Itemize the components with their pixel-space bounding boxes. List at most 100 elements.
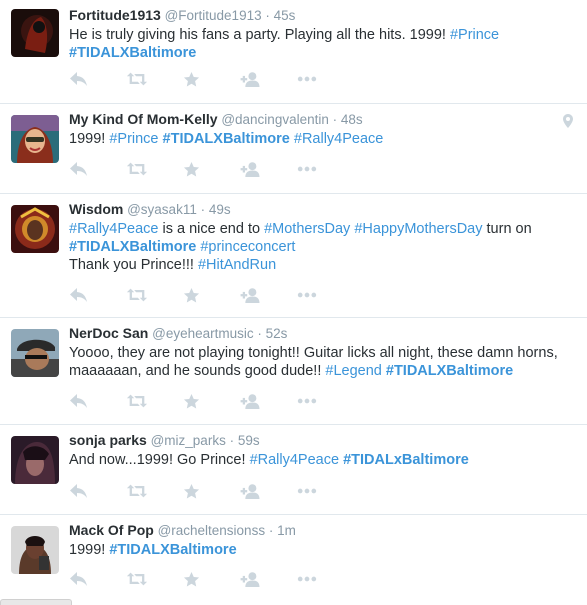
separator: · [268,523,274,538]
hashtag-link[interactable]: #princeconcert [200,239,295,255]
tweet-timestamp[interactable]: 1m [277,523,296,538]
tweet[interactable]: Fortitude1913 @Fortitude1913 · 45s He is… [0,0,587,104]
hashtag-link[interactable]: #Rally4Peace [69,221,158,237]
follow-icon[interactable] [240,286,297,304]
reply-icon[interactable] [69,482,126,500]
tweet[interactable]: sonja parks @miz_parks · 59s And now...1… [0,425,587,515]
retweet-icon[interactable] [126,286,183,304]
tweet-fullname[interactable]: Mack Of Pop [69,522,154,538]
tweet-text: And now...1999! Go Prince! #Rally4Peace … [69,451,571,469]
hashtag-link[interactable]: #TIDALxBaltimore [343,452,469,468]
star-icon[interactable] [183,482,240,500]
tweet-text: Yoooo, they are not playing tonight!! Gu… [69,344,571,380]
reply-icon[interactable] [69,392,126,410]
tweet[interactable]: Wisdom @syasak11 · 49s #Rally4Peace is a… [0,194,587,318]
avatar[interactable] [11,205,59,253]
tweet-text-segment: Yoooo, they are not playing tonight!! Gu… [69,345,558,361]
follow-icon[interactable] [240,160,297,178]
tweet-timestamp[interactable]: 45s [274,8,296,23]
hashtag-link[interactable]: #Prince [109,131,158,147]
reply-icon[interactable] [69,70,126,88]
tweet-username[interactable]: @syasak11 [127,202,197,217]
hashtag-link[interactable]: #Rally4Peace [294,131,383,147]
tweet-username[interactable]: @racheltensionss [158,523,266,538]
star-icon[interactable] [183,286,240,304]
tweet-username[interactable]: @dancingvalentin [221,112,329,127]
avatar[interactable] [11,329,59,377]
tweet-text-segment: And now...1999! Go Prince! [69,452,250,468]
tweet-text-segment: 1999! [69,131,110,147]
follow-icon[interactable] [240,570,297,588]
tweet-timestamp[interactable]: 59s [238,433,260,448]
avatar[interactable] [11,115,59,163]
tweet-actions [69,570,354,588]
reply-icon[interactable] [69,570,126,588]
star-icon[interactable] [183,392,240,410]
more-icon[interactable] [297,286,354,304]
tweet-text-segment: maaaaaan, and he sounds good dude!! [69,363,326,379]
tweet-text: He is truly giving his fans a party. Pla… [69,26,571,62]
tweet[interactable]: NerDoc San @eyeheartmusic · 52s Yoooo, t… [0,318,587,425]
tweet-text: 1999! #Prince #TIDALXBaltimore #Rally4Pe… [69,130,571,148]
hashtag-link[interactable]: #MothersDay [264,221,350,237]
follow-icon[interactable] [240,482,297,500]
retweet-icon[interactable] [126,482,183,500]
separator: · [265,8,270,23]
tweet-text-segment: turn on [482,221,532,237]
hashtag-link[interactable]: #TIDALXBaltimore [386,363,513,379]
tweet-text-segment: 1999! [69,542,110,558]
star-icon[interactable] [183,70,240,88]
tweet[interactable]: My Kind Of Mom-Kelly @dancingvalentin · … [0,104,587,194]
separator: · [229,433,235,448]
tweet-fullname[interactable]: NerDoc San [69,325,148,341]
avatar[interactable] [11,9,59,57]
tweet-actions [69,482,354,500]
tweet-username[interactable]: @miz_parks [151,433,226,448]
tweet-username[interactable]: @eyeheartmusic [152,326,254,341]
tweet-timestamp[interactable]: 48s [341,112,363,127]
hashtag-link[interactable]: #TIDALXBaltimore [69,45,196,61]
tweet-fullname[interactable]: Fortitude1913 [69,7,161,23]
more-icon[interactable] [297,160,354,178]
tweet-timestamp[interactable]: 49s [209,202,231,217]
tweet-text-segment: Thank you Prince!!! [69,257,198,273]
follow-icon[interactable] [240,392,297,410]
star-icon[interactable] [183,160,240,178]
tweet-text: 1999! #TIDALXBaltimore [69,541,571,559]
star-icon[interactable] [183,570,240,588]
separator: · [257,326,262,341]
reply-icon[interactable] [69,286,126,304]
tweet-username[interactable]: @Fortitude1913 [165,8,262,23]
tweet-fullname[interactable]: sonja parks [69,432,147,448]
more-icon[interactable] [297,570,354,588]
tweet-fullname[interactable]: My Kind Of Mom-Kelly [69,111,218,127]
tweet-text-segment: is a nice end to [158,221,265,237]
tweet-fullname[interactable]: Wisdom [69,201,123,217]
tweet[interactable]: Mack Of Pop @racheltensionss · 1m 1999! … [0,515,587,605]
hashtag-link[interactable]: #TIDALXBaltimore [109,542,236,558]
more-icon[interactable] [297,70,354,88]
tweet-timestamp[interactable]: 52s [266,326,288,341]
hashtag-link[interactable]: #TIDALXBaltimore [69,239,196,255]
hashtag-link[interactable]: #TIDALXBaltimore [163,131,290,147]
hashtag-link[interactable]: #Prince [450,27,499,43]
hashtag-link[interactable]: #Legend [325,363,381,379]
retweet-icon[interactable] [126,70,183,88]
retweet-icon[interactable] [126,392,183,410]
follow-icon[interactable] [240,70,297,88]
tweet-actions [69,286,354,304]
retweet-icon[interactable] [126,160,183,178]
location-pin-icon[interactable] [563,114,573,133]
retweet-icon[interactable] [126,570,183,588]
more-icon[interactable] [297,482,354,500]
reply-icon[interactable] [69,160,126,178]
hashtag-link[interactable]: #Rally4Peace [250,452,339,468]
avatar[interactable] [11,436,59,484]
more-icon[interactable] [297,392,354,410]
tweet-actions [69,160,354,178]
hashtag-link[interactable]: #HappyMothersDay [354,221,482,237]
separator: · [200,202,206,217]
avatar[interactable] [11,526,59,574]
hashtag-link[interactable]: #HitAndRun [198,257,276,273]
horizontal-scrollbar-thumb[interactable] [0,599,72,605]
